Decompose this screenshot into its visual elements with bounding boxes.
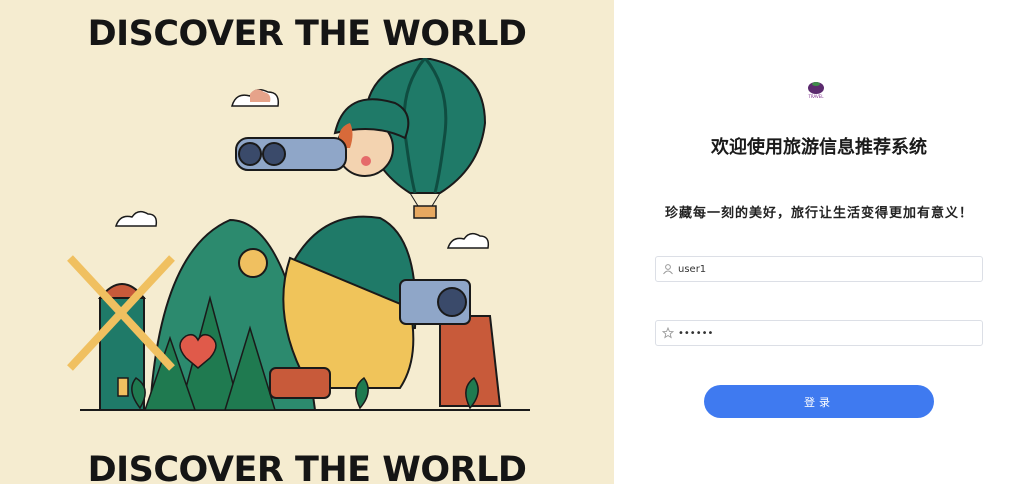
traveler-with-binoculars-illustration (67, 58, 530, 411)
login-page: DISCOVER THE WORLD DISCOVER THE WORLD TR… (0, 0, 1024, 484)
login-button[interactable]: 登录 (704, 385, 934, 418)
logo-caption: TRAVEL (807, 94, 824, 99)
username-field[interactable] (655, 256, 983, 282)
camera-icon (399, 279, 471, 325)
headline-top: DISCOVER THE WORLD (87, 14, 527, 54)
page-title: 欢迎使用旅游信息推荐系统 (711, 137, 927, 158)
illustration-panel: DISCOVER THE WORLD DISCOVER THE WORLD (0, 0, 614, 484)
password-field[interactable] (655, 320, 983, 346)
username-input[interactable] (678, 260, 974, 278)
binoculars-icon (235, 137, 347, 171)
headline-bottom: DISCOVER THE WORLD (87, 450, 527, 484)
password-input[interactable] (678, 324, 974, 342)
slogan-text: 珍藏每一刻的美好，旅行让生活变得更加有意义！ (664, 206, 973, 221)
user-icon (663, 264, 673, 275)
mangosteen-logo-icon: TRAVEL (807, 82, 824, 99)
star-icon (662, 327, 674, 339)
